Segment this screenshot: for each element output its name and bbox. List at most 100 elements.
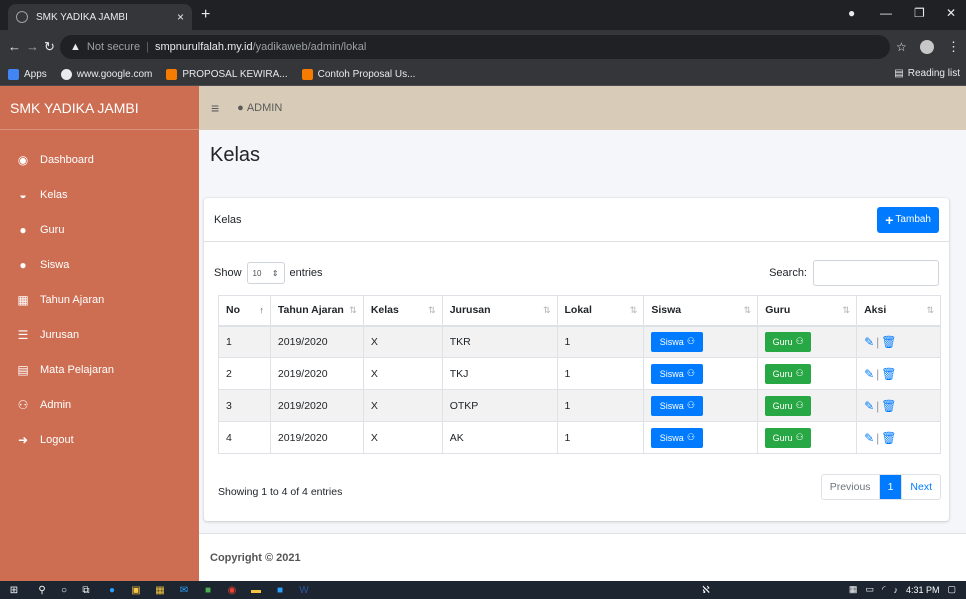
previous-page-button[interactable]: Previous [822,475,879,499]
user-name[interactable]: ADMIN [247,102,282,114]
entries-select[interactable]: 10 ⇕ [246,262,285,284]
warning-icon: ▲ [70,41,81,53]
wifi-icon[interactable]: ◜ [882,584,886,595]
table-row: 2 2019/2020 X TKJ 1 Siswa ⚇ Guru ⚇ ✎ | 🗑 [218,357,941,390]
sidebar-item-siswa[interactable]: ● Siswa [0,247,199,282]
bookmark-star-icon[interactable]: ☆ [896,40,907,54]
sidebar-item-tahun-ajaran[interactable]: ▦ Tahun Ajaran [0,282,199,317]
siswa-button[interactable]: Siswa ⚇ [651,395,704,416]
file-explorer-icon[interactable]: ▦ [154,584,166,596]
cortana-icon[interactable]: ○ [58,584,70,596]
tab-close-icon[interactable]: × [177,10,184,24]
sidebar-item-label: Kelas [40,188,68,201]
edit-icon[interactable]: ✎ [864,335,874,349]
bookmark-google[interactable]: www.google.com [60,69,152,80]
column-header-siswa[interactable]: Siswa ⇅ [643,295,759,327]
column-header-label: Aksi [864,304,887,317]
column-header-no[interactable]: No ↑ [218,295,271,327]
sidebar-item-admin[interactable]: ⚇ Admin [0,387,199,422]
bookmark-contoh[interactable]: Contoh Proposal Us... [301,69,416,80]
cell-siswa: Siswa ⚇ [643,389,759,422]
word-icon[interactable]: W [298,584,310,596]
guru-button[interactable]: Guru ⚇ [765,331,812,352]
browser-menu-icon[interactable]: ⋮ [947,39,960,55]
people-icon[interactable]: ℵ [700,584,712,596]
sidebar-item-logout[interactable]: ➜ Logout [0,422,199,457]
search-icon[interactable]: ⚲ [36,584,48,596]
guru-button[interactable]: Guru ⚇ [765,363,812,384]
column-header-kelas[interactable]: Kelas ⇅ [362,295,443,327]
column-header-aksi[interactable]: Aksi ⇅ [856,295,941,327]
maximize-icon[interactable]: ❐ [914,6,925,20]
sidebar-item-dashboard[interactable]: ◉ Dashboard [0,142,199,177]
divider: | [876,398,880,413]
app-icon[interactable]: ■ [202,584,214,596]
extension-icon[interactable]: ● [848,6,855,20]
bookmark-apps[interactable]: Apps [8,69,47,80]
windows-start-icon[interactable]: ⊞ [8,584,20,596]
new-tab-button[interactable]: + [201,6,210,24]
trash-icon[interactable]: 🗑 [881,335,896,349]
chrome-icon[interactable]: ◉ [226,584,238,596]
back-icon[interactable]: ← [8,39,21,54]
task-view-icon[interactable]: ⧉ [80,584,92,596]
siswa-button[interactable]: Siswa ⚇ [651,363,704,384]
edge-icon[interactable]: ● [106,584,118,596]
sort-icon: ⇅ [629,305,638,315]
keyboard-icon[interactable]: ▦ [849,584,858,595]
entries-label: entries [289,267,323,279]
guru-button[interactable]: Guru ⚇ [765,427,812,448]
siswa-button[interactable]: Siswa ⚇ [651,331,704,352]
sidebar-item-label: Admin [40,398,72,411]
column-header-guru[interactable]: Guru ⇅ [757,295,858,327]
column-header-lokal[interactable]: Lokal ⇅ [556,295,645,327]
bookmark-label: Contoh Proposal Us... [317,69,416,80]
mail-icon[interactable]: ✉ [178,584,190,596]
store-icon[interactable]: ▣ [130,584,142,596]
forward-icon[interactable]: → [26,39,39,54]
guru-button[interactable]: Guru ⚇ [765,395,812,416]
notification-icon[interactable]: ▢ [947,584,956,595]
edit-icon[interactable]: ✎ [864,431,874,445]
folder-icon[interactable]: ▬ [250,584,262,596]
volume-icon[interactable]: ♪ [893,585,898,595]
siswa-button[interactable]: Siswa ⚇ [651,427,704,448]
battery-icon[interactable]: ▭ [865,584,874,595]
users-icon: ⚇ [686,432,695,442]
next-page-button[interactable]: Next [901,475,940,499]
clock[interactable]: 4:31 PM [906,585,940,595]
app-icon[interactable]: ■ [274,584,286,596]
divider: | [876,430,880,445]
cell-no: 2 [218,357,271,390]
minimize-icon[interactable]: — [880,6,892,20]
sidebar-item-kelas[interactable]: ◒ Kelas [0,177,199,212]
bookmark-proposal[interactable]: PROPOSAL KEWIRA... [166,69,288,80]
users-icon: ⚇ [17,397,29,412]
browser-tab[interactable]: SMK YADIKA JAMBI × [8,4,192,30]
trash-icon[interactable]: 🗑 [881,399,896,413]
trash-icon[interactable]: 🗑 [881,431,896,445]
sidebar-item-jurusan[interactable]: ☰ Jurusan [0,317,199,352]
column-header-label: Kelas [370,304,399,317]
footer: Copyright © 2021 [199,533,966,581]
users-icon: ⚇ [795,336,804,347]
reload-icon[interactable]: ↻ [44,39,55,55]
sort-icon: ⇅ [542,305,551,315]
column-header-tahun-ajaran[interactable]: Tahun Ajaran ⇅ [269,295,364,327]
edit-icon[interactable]: ✎ [864,399,874,413]
edit-icon[interactable]: ✎ [864,367,874,381]
reading-list[interactable]: ▤ Reading list [894,68,960,79]
trash-icon[interactable]: 🗑 [881,367,896,381]
close-window-icon[interactable]: ✕ [946,6,956,20]
column-header-jurusan[interactable]: Jurusan ⇅ [441,295,558,327]
hamburger-menu-icon[interactable]: ≡ [211,100,219,116]
brand-title[interactable]: SMK YADIKA JAMBI [0,86,199,130]
search-input[interactable] [813,260,939,286]
cell-kelas: X [362,389,443,422]
address-bar[interactable]: ▲ Not secure | smpnurulfalah.my.id /yadi… [60,35,890,59]
page-1-button[interactable]: 1 [878,475,902,499]
profile-avatar[interactable] [920,40,934,54]
sidebar-item-mata-pelajaran[interactable]: ▤ Mata Pelajaran [0,352,199,387]
add-button[interactable]: + Tambah [877,206,939,233]
sidebar-item-guru[interactable]: ● Guru [0,212,199,247]
